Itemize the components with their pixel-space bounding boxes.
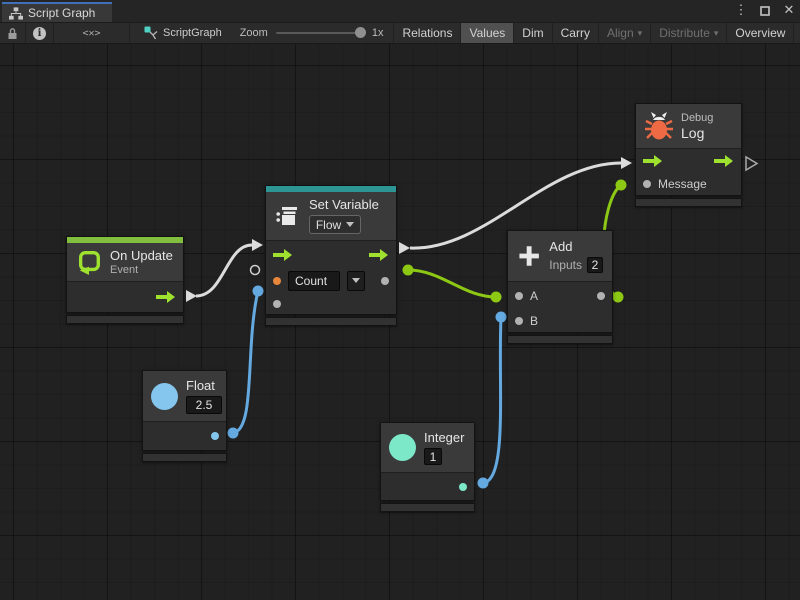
zoom-slider-handle[interactable] (355, 27, 366, 38)
values-button[interactable]: Values (461, 23, 514, 43)
distribute-dropdown-button[interactable]: Distribute▾ (651, 23, 727, 43)
unconnected-flow-triangle[interactable] (746, 157, 757, 170)
wire-value-float-setvariable[interactable] (228, 286, 264, 439)
graph-reference-label: ScriptGraph (163, 27, 222, 39)
input-b-label: B (530, 314, 538, 328)
inspect-button[interactable]: i (26, 23, 54, 43)
variable-picker-button[interactable] (347, 271, 365, 291)
set-variable-icon (275, 203, 301, 229)
overview-button[interactable]: Overview (727, 23, 794, 43)
node-title: Add (549, 239, 603, 254)
toolbar-button-group: Relations Values Dim Carry Align▾ Distri… (393, 23, 800, 43)
graph-canvas[interactable]: On Update Event (0, 44, 800, 600)
code-view-button[interactable]: <✕> (54, 23, 130, 43)
node-add[interactable]: Add Inputs 2 A B (507, 230, 613, 344)
node-set-variable[interactable]: Set Variable Flow (265, 185, 397, 326)
flow-input-port[interactable] (273, 249, 293, 261)
node-footer (66, 315, 184, 324)
variable-name-field[interactable]: Count (288, 271, 340, 291)
chevron-down-icon: ▾ (714, 28, 719, 39)
info-icon: i (33, 27, 46, 40)
maximize-icon[interactable] (758, 4, 772, 16)
wire-value-integer-add[interactable] (478, 312, 507, 489)
graph-reference[interactable]: ScriptGraph (130, 23, 232, 43)
node-footer (380, 503, 475, 512)
script-graph-icon (144, 26, 158, 40)
chevron-down-icon (346, 222, 354, 227)
graph-toolbar: i <✕> ScriptGraph Zoom 1x Relations Valu… (0, 22, 800, 44)
float-type-icon (151, 383, 178, 410)
node-footer (142, 453, 227, 462)
node-footer (507, 335, 613, 344)
lock-button[interactable] (0, 23, 26, 43)
value-output-port[interactable] (381, 277, 389, 285)
inputs-label: Inputs (549, 258, 582, 272)
unity-script-graph-window: Script Graph ⋮ ✕ i <✕> (0, 0, 800, 600)
zoom-slider[interactable] (276, 32, 364, 34)
toolbar-left-group: i <✕> (0, 23, 130, 43)
node-integer[interactable]: Integer 1 (380, 422, 475, 512)
tab-script-graph[interactable]: Script Graph (2, 2, 112, 22)
integer-output-port[interactable] (459, 483, 467, 491)
flow-output-port[interactable] (369, 249, 389, 261)
wire-value-setvariable-add[interactable] (403, 265, 502, 303)
window-controls: ⋮ ✕ (734, 3, 796, 17)
float-value-field[interactable]: 2.5 (186, 396, 222, 414)
align-dropdown-button[interactable]: Align▾ (599, 23, 651, 43)
node-subtitle: Event (110, 264, 173, 276)
variable-kind-dropdown[interactable]: Flow (309, 215, 361, 234)
value-input-port[interactable] (273, 300, 281, 308)
loop-event-icon (76, 249, 102, 275)
message-input-port[interactable] (643, 180, 651, 188)
tab-title: Script Graph (28, 6, 95, 20)
zoom-control: Zoom 1x (232, 23, 392, 43)
inputs-count-field[interactable]: 2 (587, 257, 603, 273)
flow-output-port[interactable] (156, 291, 176, 303)
dim-button[interactable]: Dim (514, 23, 552, 43)
window-titlebar: Script Graph ⋮ ✕ (0, 0, 800, 22)
carry-button[interactable]: Carry (553, 23, 599, 43)
node-title: Integer (424, 430, 464, 445)
fullscreen-button[interactable]: Full Screen (794, 23, 800, 43)
graph-hierarchy-icon (9, 7, 23, 20)
code-brackets-icon: <✕> (82, 28, 100, 39)
input-a-label: A (530, 289, 538, 303)
integer-type-icon (389, 434, 416, 461)
node-title: Set Variable (309, 197, 379, 212)
integer-value-field[interactable]: 1 (424, 448, 442, 465)
add-plus-icon (517, 241, 541, 271)
wire-flow-onupdate-setvariable[interactable] (186, 239, 263, 302)
node-debug-log[interactable]: Debug Log Message (635, 103, 742, 207)
sum-output-port[interactable] (597, 292, 605, 300)
zoom-value: 1x (372, 27, 384, 39)
node-footer (635, 198, 742, 207)
zoom-label: Zoom (240, 27, 268, 39)
node-title: On Update (110, 248, 173, 263)
flow-output-port[interactable] (714, 155, 734, 167)
kebab-menu-icon[interactable]: ⋮ (734, 3, 748, 17)
variable-name-port[interactable] (273, 277, 281, 285)
unconnected-port-circle[interactable] (251, 266, 260, 275)
float-output-port[interactable] (211, 432, 219, 440)
node-title: Log (681, 125, 713, 141)
lock-icon (7, 27, 18, 40)
input-a-port[interactable] (515, 292, 523, 300)
node-on-update[interactable]: On Update Event (66, 236, 184, 324)
input-b-port[interactable] (515, 317, 523, 325)
node-footer (265, 317, 397, 326)
close-icon[interactable]: ✕ (782, 3, 796, 17)
chevron-down-icon (352, 278, 360, 283)
node-float[interactable]: Float 2.5 (142, 370, 227, 462)
node-kicker: Debug (681, 112, 713, 124)
bug-icon (645, 110, 673, 142)
node-title: Float (186, 378, 222, 393)
flow-input-port[interactable] (643, 155, 663, 167)
relations-button[interactable]: Relations (394, 23, 461, 43)
chevron-down-icon: ▾ (638, 28, 643, 39)
message-label: Message (658, 177, 707, 191)
